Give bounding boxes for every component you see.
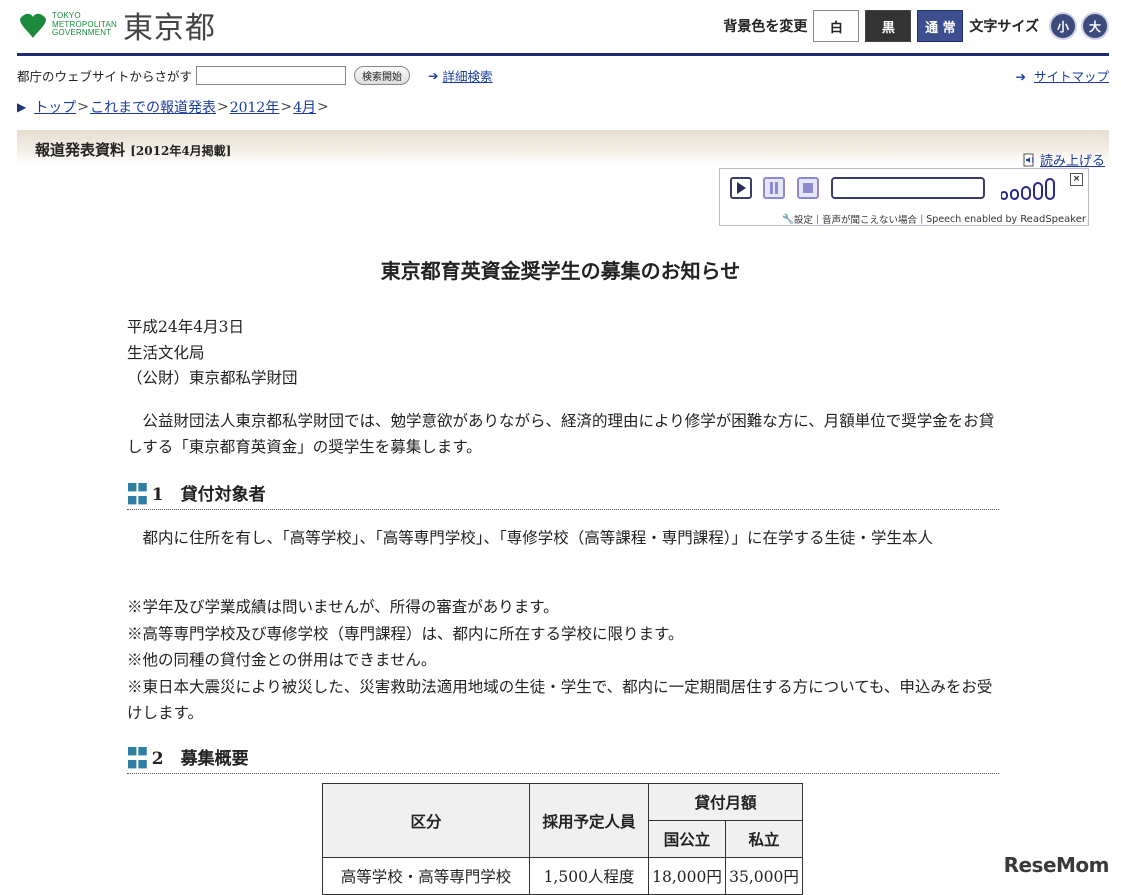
breadcrumb-separator: > bbox=[77, 99, 89, 115]
note-item: ※他の同種の貸付金との併用はできません。 bbox=[127, 651, 437, 669]
logo-english-text: TOKYO METROPOLITAN GOVERNMENT bbox=[52, 11, 117, 38]
speaker-icon bbox=[1023, 153, 1034, 166]
banner-title: 報道発表資料 [2012年4月掲載] bbox=[35, 139, 231, 160]
breadcrumb: ▶ トップ > これまでの報道発表 > 2012年 > 4月 > bbox=[17, 97, 330, 117]
play-button[interactable] bbox=[730, 177, 752, 199]
wrench-icon: 🔧 bbox=[781, 213, 794, 225]
section-heading-overview: ■■ ■■ 2 募集概要 bbox=[127, 744, 999, 774]
department: 生活文化局 bbox=[127, 343, 205, 362]
header-category: 区分 bbox=[322, 783, 530, 858]
header-private: 私立 bbox=[725, 820, 803, 858]
eligibility-paragraph: 都内に住所を有し、「高等学校」、「高等専門学校」、「専修学校（高等課程・専門課程… bbox=[127, 525, 999, 551]
stop-button[interactable] bbox=[797, 177, 819, 199]
play-icon bbox=[737, 182, 746, 194]
search-bar: 都庁のウェブサイトからさがす 検索開始 ➔ 詳細検索 ➔ サイトマップ bbox=[17, 64, 1109, 86]
tokyo-logo[interactable]: TOKYO METROPOLITAN GOVERNMENT 東京都 bbox=[18, 8, 216, 46]
divider: | bbox=[920, 213, 924, 225]
cell-private: 35,000円 bbox=[725, 857, 803, 895]
readspeaker-player: × 🔧 設定 | 音声が聞こえない場合 | Speech enabled by … bbox=[719, 168, 1089, 226]
eligibility-text: 都内に住所を有し、「高等学校」、「高等専門学校」、「専修学校（高等課程・専門課程… bbox=[142, 529, 934, 547]
search-label: 都庁のウェブサイトからさがす bbox=[17, 68, 193, 84]
header-monthly: 貸付月額 bbox=[648, 783, 803, 821]
pause-icon bbox=[770, 182, 778, 194]
search-button[interactable]: 検索開始 bbox=[354, 65, 411, 85]
cell-category: 高等学校・高等専門学校 bbox=[322, 857, 530, 895]
read-aloud-text[interactable]: 読み上げる bbox=[1040, 150, 1105, 169]
bullet-icon: ■■ ■■ bbox=[127, 744, 148, 770]
bullet-icon: ■■ ■■ bbox=[127, 480, 148, 506]
site-header: TOKYO METROPOLITAN GOVERNMENT 東京都 背景色を変更… bbox=[0, 0, 1121, 58]
note-item: ※東日本大震災により被災した、災害救助法適用地域の生徒・学生で、都内に一定期間居… bbox=[127, 677, 993, 723]
ginkgo-logo-icon bbox=[20, 13, 46, 38]
search-input[interactable] bbox=[196, 65, 347, 85]
pause-button[interactable] bbox=[763, 177, 785, 199]
intro-paragraph: 公益財団法人東京都私学財団では、勉学意欲がありながら、経済的理由により修学が困難… bbox=[127, 408, 999, 460]
settings-link[interactable]: 設定 bbox=[794, 212, 813, 226]
display-settings: 背景色を変更 白 黒 通 常 文字サイズ 小 大 bbox=[723, 10, 1109, 42]
header-quota: 採用予定人員 bbox=[529, 783, 649, 858]
article-meta: 平成24年4月3日 生活文化局 （公財）東京都私学財団 bbox=[127, 315, 298, 392]
breadcrumb-separator: > bbox=[216, 99, 229, 115]
powered-by-text: Speech enabled by bbox=[926, 213, 1018, 225]
sitemap: ➔ サイトマップ bbox=[1016, 66, 1109, 85]
intro-text: 公益財団法人東京都私学財団では、勉学意欲がありながら、経済的理由により修学が困難… bbox=[127, 412, 995, 456]
cell-public: 18,000円 bbox=[648, 857, 726, 895]
breadcrumb-separator: > bbox=[317, 99, 329, 115]
readspeaker-brand[interactable]: ReadSpeaker bbox=[1020, 214, 1086, 225]
read-aloud-link[interactable]: 読み上げる bbox=[1023, 150, 1105, 169]
progress-bar[interactable] bbox=[831, 177, 985, 199]
breadcrumb-press-releases[interactable]: これまでの報道発表 bbox=[90, 97, 216, 117]
triangle-right-icon: ▶ bbox=[17, 100, 27, 114]
section2-title: 2 募集概要 bbox=[151, 749, 249, 769]
publish-date: 平成24年4月3日 bbox=[127, 318, 244, 336]
sitemap-link[interactable]: サイトマップ bbox=[1034, 69, 1109, 84]
banner-heading: 報道発表資料 bbox=[35, 141, 126, 159]
arrow-right-icon: ➔ bbox=[1015, 69, 1026, 84]
cell-quota: 1,500人程度 bbox=[529, 857, 649, 895]
advanced-search-link[interactable]: 詳細検索 bbox=[443, 66, 493, 85]
header-divider bbox=[17, 53, 1109, 56]
stop-icon bbox=[803, 183, 813, 193]
readspeaker-footer: 🔧 設定 | 音声が聞こえない場合 | Speech enabled by Re… bbox=[781, 212, 1086, 227]
font-size-label: 文字サイズ bbox=[969, 19, 1039, 35]
bg-normal-button[interactable]: 通 常 bbox=[917, 10, 964, 42]
breadcrumb-top[interactable]: トップ bbox=[34, 97, 76, 117]
article-title: 東京都育英資金奨学生の募集のお知らせ bbox=[380, 259, 741, 283]
section1-title: 1 貸付対象者 bbox=[151, 485, 266, 505]
notes-list: ※学年及び学業成績は問いませんが、所得の審査があります。 ※高等専門学校及び専修… bbox=[127, 594, 999, 727]
bg-white-button[interactable]: 白 bbox=[813, 10, 860, 42]
breadcrumb-month[interactable]: 4月 bbox=[293, 97, 316, 117]
note-item: ※高等専門学校及び専修学校（専門課程）は、都内に所在する学校に限ります。 bbox=[127, 624, 684, 643]
arrow-right-icon: ➔ bbox=[428, 67, 439, 83]
press-release-banner: 報道発表資料 [2012年4月掲載] bbox=[17, 130, 1109, 164]
close-icon[interactable]: × bbox=[1070, 173, 1083, 186]
volume-icon[interactable] bbox=[1001, 178, 1059, 200]
font-small-button[interactable]: 小 bbox=[1049, 12, 1077, 40]
banner-date: [2012年4月掲載] bbox=[130, 144, 232, 158]
bg-change-label: 背景色を変更 bbox=[723, 19, 808, 35]
logo-japanese-text: 東京都 bbox=[122, 11, 216, 46]
table-row: 高等学校・高等専門学校 1,500人程度 18,000円 35,000円 bbox=[322, 857, 803, 895]
divider: | bbox=[815, 213, 820, 225]
loan-table: 区分 採用予定人員 貸付月額 国公立 私立 高等学校・高等専門学校 1,500人… bbox=[322, 783, 803, 895]
note-item: ※学年及び学業成績は問いませんが、所得の審査があります。 bbox=[127, 598, 559, 616]
header-public: 国公立 bbox=[648, 820, 726, 858]
bg-black-button[interactable]: 黒 bbox=[865, 10, 912, 42]
font-large-button[interactable]: 大 bbox=[1081, 12, 1109, 40]
section-heading-eligibility: ■■ ■■ 1 貸付対象者 bbox=[127, 480, 999, 510]
resemom-watermark: ReseMom bbox=[1003, 853, 1110, 877]
breadcrumb-separator: > bbox=[280, 99, 293, 115]
breadcrumb-year[interactable]: 2012年 bbox=[230, 97, 280, 117]
organization: （公財）東京都私学財団 bbox=[127, 369, 298, 387]
audio-help-link[interactable]: 音声が聞こえない場合 bbox=[822, 212, 917, 226]
